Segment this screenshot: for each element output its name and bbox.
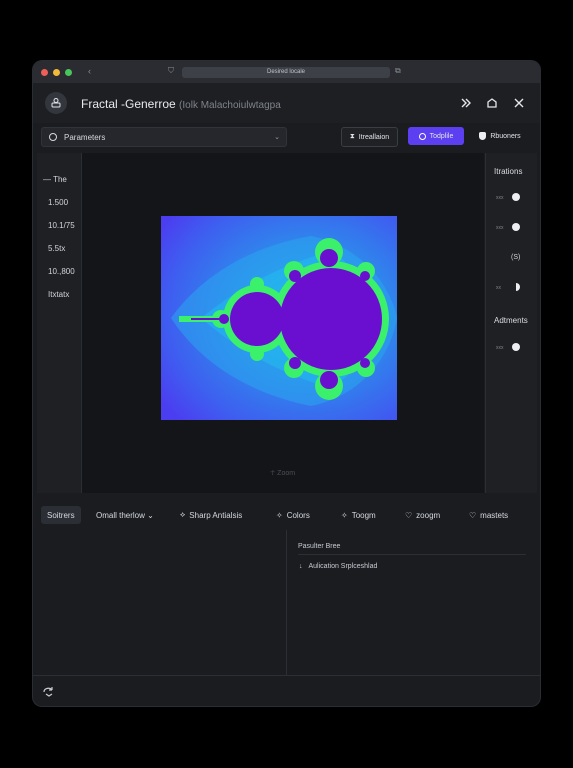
sparkle-icon: ✧ bbox=[341, 510, 348, 520]
mandelbrot-image[interactable] bbox=[161, 216, 397, 420]
hourglass-icon: ⧗ bbox=[349, 133, 355, 140]
topple-button[interactable]: Todplile bbox=[408, 127, 464, 145]
heart-icon: ♡ bbox=[469, 510, 477, 520]
app-window: ‹ ⛉ Desired locale ⧉ Fractal -Generroe (… bbox=[33, 61, 540, 706]
shield-icon[interactable]: ⛉ bbox=[168, 66, 174, 76]
main-content: — The 1.500 10.1/75 5.5tx 10.,800 Itxtat… bbox=[37, 153, 537, 493]
toolbar: Parameters ⌄ ⧗ Itreallaion Todplile Rbuo… bbox=[33, 123, 540, 153]
app-subtitle: (Iolk Malachoiulwtagpa bbox=[179, 100, 281, 111]
bottom-panels: Pasulter Bree ↓ Aulication Srplceshlad bbox=[33, 530, 540, 675]
wand-icon: ⟡ bbox=[180, 510, 186, 519]
tab-label: Colors bbox=[286, 510, 310, 520]
tab-label: Soitrers bbox=[47, 510, 75, 520]
renderers-label: Rbuoners bbox=[490, 132, 521, 140]
tab-overall[interactable]: Omall therlow ⌄ bbox=[96, 506, 154, 524]
home-icon bbox=[487, 98, 497, 108]
stat-header: — The bbox=[43, 175, 67, 184]
window-titlebar: ‹ ⛉ Desired locale ⧉ bbox=[33, 61, 540, 83]
stat-value: 1.500 bbox=[48, 198, 69, 207]
app-title: Fractal -Generroe bbox=[81, 97, 176, 111]
bottom-right-pane: Pasulter Bree ↓ Aulication Srplceshlad bbox=[287, 530, 540, 675]
divider bbox=[298, 554, 526, 555]
close-window-dot[interactable] bbox=[41, 69, 48, 76]
circle-icon bbox=[49, 133, 57, 141]
setting-label: xxx bbox=[496, 345, 504, 351]
tab-colors[interactable]: ✧ Colors bbox=[276, 506, 310, 524]
forward-button[interactable] bbox=[458, 95, 474, 111]
toggle-switch[interactable] bbox=[512, 343, 520, 351]
iteration-label: Itreallaion bbox=[358, 133, 390, 141]
chevron-down-icon: ⌄ bbox=[274, 134, 280, 141]
setting-label: xxx bbox=[496, 195, 504, 201]
stat-value: 10.,800 bbox=[48, 267, 75, 276]
tab-label: Toogm bbox=[351, 510, 376, 520]
settings-panel: Itrations xxx xxx (S) xx Adtments xxx bbox=[485, 153, 537, 493]
stat-value: 10.1/75 bbox=[48, 221, 75, 230]
double-chevron-icon bbox=[461, 98, 471, 108]
status-bar bbox=[33, 675, 540, 706]
iterations-heading: Itrations bbox=[494, 167, 523, 176]
iteration-button[interactable]: ⧗ Itreallaion bbox=[341, 127, 398, 147]
stat-value: 5.5tx bbox=[48, 244, 66, 253]
maximize-window-dot[interactable] bbox=[65, 69, 72, 76]
stats-panel: — The 1.500 10.1/75 5.5tx 10.,800 Itxtat… bbox=[37, 153, 82, 493]
tab-bar: Soitrers Omall therlow ⌄ ⟡ Sharp Antials… bbox=[33, 500, 540, 530]
tab-sharp-antialiasing[interactable]: ⟡ Sharp Antialsis bbox=[180, 506, 242, 524]
tab-toogm[interactable]: ✧ Toogm bbox=[341, 506, 376, 524]
app-header: Fractal -Generroe (Iolk Malachoiulwtagpa bbox=[33, 83, 540, 123]
refresh-icon[interactable] bbox=[41, 684, 55, 698]
home-button[interactable] bbox=[484, 95, 500, 111]
tab-label: Omall therlow ⌄ bbox=[96, 510, 154, 520]
list-item[interactable]: ↓ Aulication Srplceshlad bbox=[299, 563, 377, 570]
fractal-canvas[interactable]: ☥ Zoom bbox=[82, 153, 484, 493]
setting-label: xxx bbox=[496, 225, 504, 231]
setting-value: (S) bbox=[511, 254, 521, 261]
tab-mastets[interactable]: ♡ mastets bbox=[469, 506, 508, 524]
close-button[interactable] bbox=[511, 95, 527, 111]
page-title: Fractal -Generroe (Iolk Malachoiulwtagpa bbox=[81, 97, 281, 111]
setting-label: xx bbox=[496, 285, 501, 291]
stat-value: Itxtatx bbox=[48, 290, 70, 299]
ring-icon bbox=[418, 132, 426, 140]
list-item-label: Aulication Srplceshlad bbox=[308, 563, 378, 570]
shield-icon bbox=[479, 132, 487, 140]
tab-zoogm[interactable]: ♡ zoogm bbox=[405, 506, 440, 524]
bottom-left-pane bbox=[33, 530, 287, 675]
topple-label: Todplile bbox=[429, 132, 454, 140]
tab-soitrers[interactable]: Soitrers bbox=[41, 506, 81, 524]
app-logo-icon bbox=[45, 92, 67, 114]
tab-label: Sharp Antialsis bbox=[189, 510, 243, 520]
arrow-down-icon: ↓ bbox=[299, 563, 303, 570]
toggle-switch[interactable] bbox=[512, 283, 520, 291]
copy-icon[interactable]: ⧉ bbox=[395, 66, 401, 76]
sparkle-icon: ✧ bbox=[276, 510, 283, 520]
heart-icon: ♡ bbox=[405, 510, 413, 520]
address-bar[interactable]: Desired locale bbox=[182, 67, 390, 78]
pane-title: Pasulter Bree bbox=[298, 543, 341, 550]
zoom-hint: ☥ Zoom bbox=[270, 470, 296, 477]
parameters-label: Parameters bbox=[64, 132, 106, 142]
minimize-window-dot[interactable] bbox=[53, 69, 60, 76]
close-icon bbox=[514, 98, 524, 108]
tab-label: mastets bbox=[480, 510, 509, 520]
back-icon[interactable]: ‹ bbox=[88, 66, 91, 76]
tab-label: zoogm bbox=[416, 510, 441, 520]
renderers-button[interactable]: Rbuoners bbox=[473, 127, 527, 145]
parameters-select[interactable]: Parameters ⌄ bbox=[41, 127, 287, 147]
toggle-switch[interactable] bbox=[512, 223, 520, 231]
adjustments-heading: Adtments bbox=[494, 316, 528, 325]
toggle-switch[interactable] bbox=[512, 193, 520, 201]
